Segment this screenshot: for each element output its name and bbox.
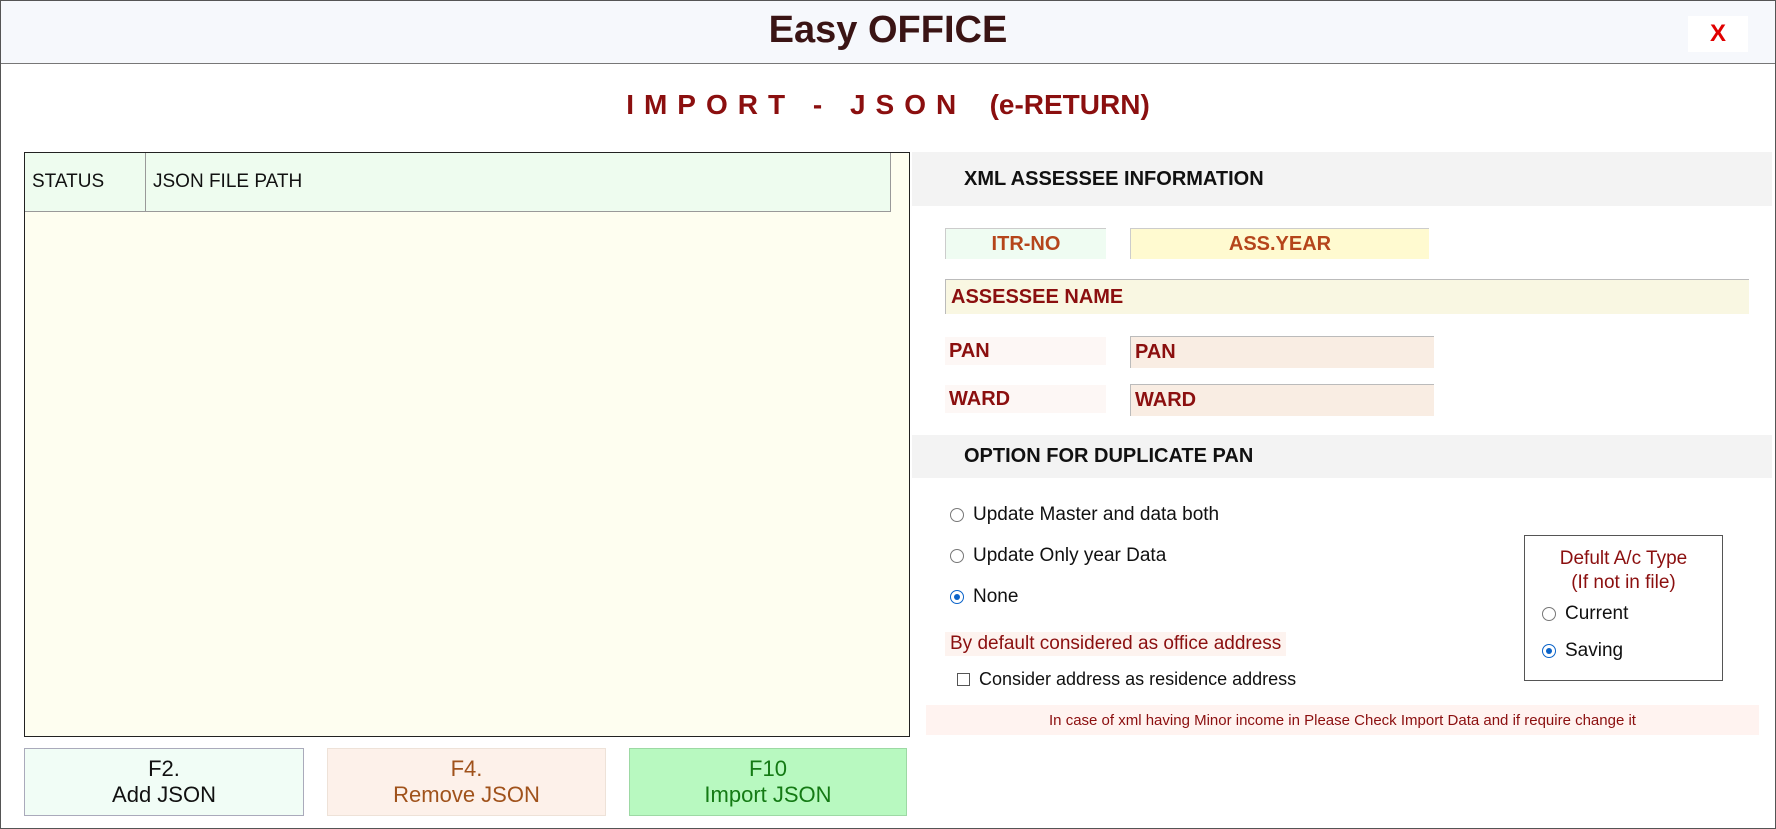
office-address-note: By default considered as office address xyxy=(945,632,1287,656)
import-json-key: F10 xyxy=(749,756,787,781)
radio-account-saving-circle[interactable] xyxy=(1542,644,1556,658)
minor-income-note: In case of xml having Minor income in Pl… xyxy=(926,705,1759,735)
column-header-json-file-path[interactable]: JSON FILE PATH xyxy=(146,153,890,211)
radio-account-current-circle[interactable] xyxy=(1542,607,1556,621)
radio-update-only-year-data-circle[interactable] xyxy=(950,549,964,563)
radio-update-master-and-data-circle[interactable] xyxy=(950,508,964,522)
radio-account-current[interactable]: Current xyxy=(1542,603,1628,625)
pan-value-field: PAN xyxy=(1130,336,1434,368)
add-json-key: F2. xyxy=(148,756,180,781)
radio-update-master-and-data-label: Update Master and data both xyxy=(973,504,1220,525)
default-account-type-title-line1: Defult A/c Type xyxy=(1559,548,1688,569)
default-account-type-title-line2: (If not in file) xyxy=(1571,572,1676,593)
json-file-list[interactable]: STATUS JSON FILE PATH xyxy=(24,152,910,737)
radio-account-current-label: Current xyxy=(1565,603,1629,624)
ward-label: WARD xyxy=(945,385,1106,413)
radio-update-only-year-data[interactable]: Update Only year Data xyxy=(950,545,1166,567)
radio-update-only-year-data-label: Update Only year Data xyxy=(973,545,1167,566)
radio-account-saving[interactable]: Saving xyxy=(1542,640,1623,662)
radio-none-circle[interactable] xyxy=(950,590,964,604)
title-bar: Easy OFFICE X xyxy=(1,1,1775,64)
assessee-name-field: ASSESSEE NAME xyxy=(945,279,1749,314)
pan-label: PAN xyxy=(945,337,1106,365)
default-account-type-title: Defult A/c Type (If not in file) xyxy=(1525,547,1722,595)
heading-main: IMPORT - JSON xyxy=(626,89,967,120)
add-json-label: Add JSON xyxy=(112,782,216,807)
residence-address-checkbox-row[interactable]: Consider address as residence address xyxy=(957,669,1296,690)
column-header-status[interactable]: STATUS xyxy=(25,153,146,211)
heading-sub: (e-RETURN) xyxy=(989,89,1150,120)
ward-value-field: WARD xyxy=(1130,384,1434,416)
remove-json-label: Remove JSON xyxy=(393,782,540,807)
radio-none[interactable]: None xyxy=(950,586,1018,608)
remove-json-button[interactable]: F4. Remove JSON xyxy=(327,748,606,816)
radio-none-label: None xyxy=(973,586,1019,607)
app-title: Easy OFFICE xyxy=(768,9,1008,51)
itr-no-field: ITR-NO xyxy=(945,228,1106,259)
import-json-button[interactable]: F10 Import JSON xyxy=(629,748,907,816)
page-heading: IMPORT - JSON (e-RETURN) xyxy=(1,89,1775,121)
residence-address-checkbox[interactable] xyxy=(957,673,970,686)
ass-year-field: ASS.YEAR xyxy=(1130,228,1429,259)
file-list-header: STATUS JSON FILE PATH xyxy=(25,153,891,212)
import-json-window: Easy OFFICE X IMPORT - JSON (e-RETURN) S… xyxy=(0,0,1776,829)
duplicate-pan-section-title: OPTION FOR DUPLICATE PAN xyxy=(912,435,1772,478)
radio-update-master-and-data[interactable]: Update Master and data both xyxy=(950,504,1219,526)
assessee-info-section-title: XML ASSESSEE INFORMATION xyxy=(912,152,1772,206)
residence-address-checkbox-label: Consider address as residence address xyxy=(979,669,1297,689)
import-json-label: Import JSON xyxy=(704,782,832,807)
radio-account-saving-label: Saving xyxy=(1565,640,1624,661)
close-button[interactable]: X xyxy=(1688,16,1748,52)
add-json-button[interactable]: F2. Add JSON xyxy=(24,748,304,816)
remove-json-key: F4. xyxy=(450,756,483,781)
